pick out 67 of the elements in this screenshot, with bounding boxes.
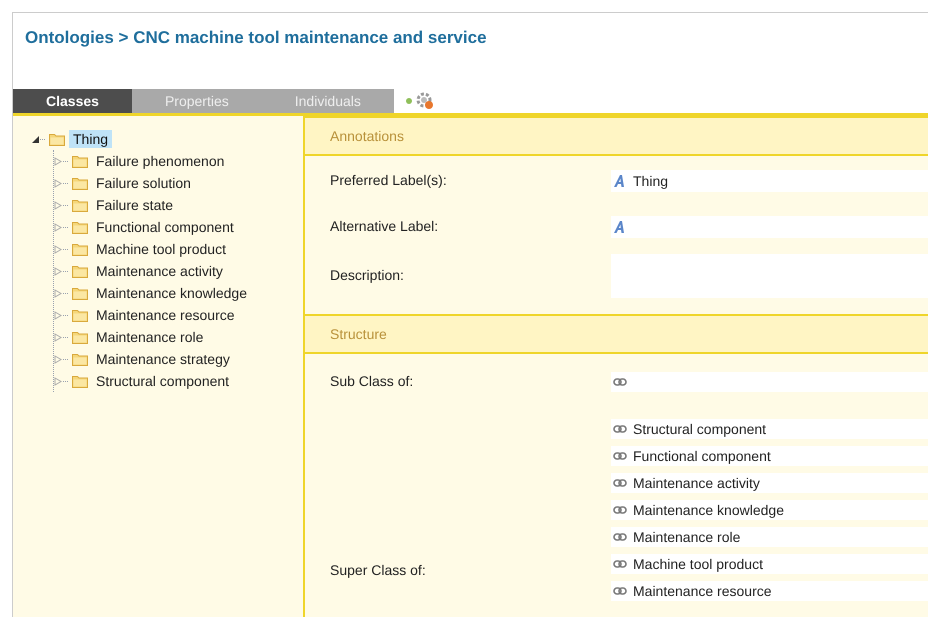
folder-icon: [72, 242, 88, 256]
link-icon: [613, 378, 627, 386]
expand-icon[interactable]: [54, 200, 63, 210]
expand-icon[interactable]: [54, 178, 63, 188]
expand-icon[interactable]: [54, 222, 63, 232]
sub-class-field[interactable]: [611, 372, 928, 392]
collapse-icon[interactable]: [31, 134, 40, 144]
tree-item[interactable]: Functional component: [92, 218, 238, 236]
link-icon: [613, 452, 627, 460]
expand-icon[interactable]: [54, 288, 63, 298]
super-class-item[interactable]: Maintenance role: [611, 527, 928, 547]
folder-icon: [72, 286, 88, 300]
field-label: Super Class of:: [330, 562, 426, 578]
link-icon: [613, 587, 627, 595]
link-icon: [613, 506, 627, 514]
breadcrumb-title: Ontologies > CNC machine tool maintenance and service: [25, 27, 488, 49]
expand-icon[interactable]: [54, 266, 63, 276]
tree-item[interactable]: Thing: [69, 130, 112, 148]
link-icon: [613, 479, 627, 487]
field-label: Description:: [330, 267, 404, 283]
super-class-item[interactable]: Maintenance resource: [611, 581, 928, 601]
description-field[interactable]: [611, 254, 928, 298]
expand-icon[interactable]: [54, 156, 63, 166]
tab[interactable]: Classes: [13, 89, 132, 113]
folder-icon: [72, 352, 88, 366]
field-label: Alternative Label:: [330, 218, 438, 234]
folder-icon: [72, 308, 88, 322]
tree-item[interactable]: Failure solution: [92, 174, 195, 192]
link-icon: [613, 425, 627, 433]
field-label: Sub Class of:: [330, 373, 414, 389]
link-icon: [613, 560, 627, 568]
section-header: Annotations: [305, 116, 928, 156]
tree-item[interactable]: Maintenance knowledge: [92, 284, 251, 302]
folder-icon: [49, 132, 65, 146]
section-header: Structure: [305, 314, 928, 354]
expand-icon[interactable]: [54, 244, 63, 254]
label-value-field[interactable]: Thing: [611, 170, 928, 192]
field-label: Preferred Label(s):: [330, 172, 447, 188]
folder-icon: [72, 264, 88, 278]
tree-item[interactable]: Machine tool product: [92, 240, 230, 258]
folder-icon: [72, 154, 88, 168]
expand-icon[interactable]: [54, 310, 63, 320]
tree-item[interactable]: Maintenance role: [92, 328, 208, 346]
tree-item[interactable]: Maintenance resource: [92, 306, 239, 324]
tree-item[interactable]: Structural component: [92, 372, 234, 390]
expand-icon[interactable]: [54, 332, 63, 342]
link-icon: [613, 533, 627, 541]
folder-icon: [72, 220, 88, 234]
expand-icon[interactable]: [54, 354, 63, 364]
folder-icon: [72, 176, 88, 190]
tree-item[interactable]: Failure state: [92, 196, 178, 214]
expand-icon[interactable]: [54, 376, 63, 386]
folder-icon: [72, 330, 88, 344]
text-literal-icon: [613, 220, 627, 234]
alternative-label-field[interactable]: [611, 216, 928, 238]
tree-item[interactable]: Maintenance activity: [92, 262, 227, 280]
super-class-item[interactable]: Maintenance knowledge: [611, 500, 928, 520]
gear-icon[interactable]: [416, 92, 434, 110]
tree-item[interactable]: Failure phenomenon: [92, 152, 228, 170]
folder-icon: [72, 198, 88, 212]
text-literal-icon: [613, 174, 627, 188]
super-class-item[interactable]: Structural component: [611, 419, 928, 439]
super-class-item[interactable]: Maintenance activity: [611, 473, 928, 493]
folder-icon: [72, 374, 88, 388]
super-class-item[interactable]: Machine tool product: [611, 554, 928, 574]
super-class-item[interactable]: Functional component: [611, 446, 928, 466]
tree-item[interactable]: Maintenance strategy: [92, 350, 234, 368]
